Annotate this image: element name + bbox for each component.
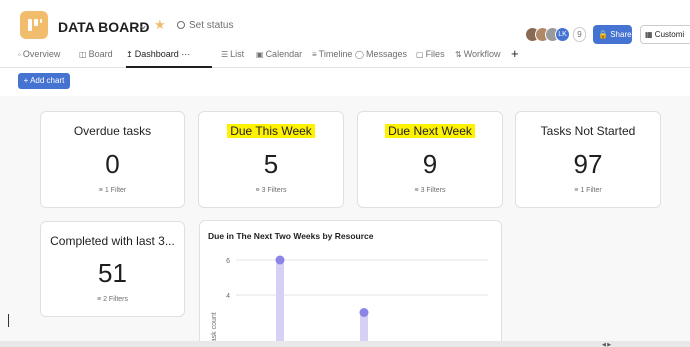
customize-label: Customi xyxy=(654,30,685,39)
tab-board[interactable]: ◫ Board xyxy=(79,49,113,59)
tab-label: Files xyxy=(425,49,445,59)
workflow-icon: ⇅ xyxy=(455,50,462,59)
chart-plot: 64Task count xyxy=(211,255,488,346)
card-title: Overdue tasks xyxy=(73,124,152,138)
card-due-next-week[interactable]: Due Next Week 9 ≡ 3 Filters xyxy=(357,111,503,208)
chart-card[interactable]: Due in The Next Two Weeks by Resource 64… xyxy=(199,220,502,347)
card-title: Due Next Week xyxy=(385,124,475,138)
chart-point xyxy=(275,255,285,265)
bottom-scrollbar[interactable]: ◀ ▶ xyxy=(0,341,690,347)
status-ring-icon xyxy=(177,21,185,29)
filter-icon: ≡ xyxy=(97,296,102,303)
card-title-wrap: Due This Week xyxy=(199,124,343,138)
plus-icon: + xyxy=(511,46,519,61)
add-chart-button[interactable]: + Add chart xyxy=(18,73,70,89)
card-completed[interactable]: Completed with last 3... 51 ≡ 2 Filters xyxy=(40,221,185,317)
card-filter-label: 1 Filter xyxy=(104,187,127,194)
tab-label: Workflow xyxy=(463,49,501,59)
share-label: Share xyxy=(610,30,632,39)
tab-list[interactable]: ☰ List xyxy=(221,49,244,59)
customize-icon: ▦ xyxy=(645,30,653,39)
chart-point xyxy=(359,308,369,317)
tab-label: Overview xyxy=(22,49,61,59)
list-icon: ☰ xyxy=(221,50,229,59)
text-cursor xyxy=(8,314,9,327)
card-value: 5 xyxy=(263,149,279,179)
card-filter-label: 3 Filters xyxy=(420,187,446,194)
tab-label: Dashboard xyxy=(134,49,179,59)
tab-label: Board xyxy=(88,49,113,59)
set-status-button[interactable]: Set status xyxy=(177,20,233,31)
card-value: 9 xyxy=(422,149,438,179)
tab-more-icon[interactable]: ··· xyxy=(181,49,190,59)
card-title: Due This Week xyxy=(227,124,315,138)
member-count-badge[interactable]: 9 xyxy=(573,27,586,42)
project-board-icon[interactable] xyxy=(20,11,48,39)
calendar-icon: ▣ xyxy=(256,50,264,59)
share-button[interactable]: 🔒 Share xyxy=(593,25,632,44)
card-filter-label: 2 Filters xyxy=(103,296,128,303)
filter-icon: ≡ xyxy=(98,187,103,194)
timeline-icon: ≡ xyxy=(312,50,317,59)
chart-bar xyxy=(276,260,284,346)
star-icon[interactable]: ★ xyxy=(154,17,166,33)
lock-icon: 🔒 xyxy=(598,30,608,39)
project-title[interactable]: DATA BOARD xyxy=(58,19,150,35)
overview-icon: ◦ xyxy=(18,50,21,59)
card-overdue-tasks[interactable]: Overdue tasks 0 ≡ 1 Filter xyxy=(40,111,185,208)
tab-dashboard[interactable]: ↥ Dashboard ··· xyxy=(126,49,190,59)
tab-label: Messages xyxy=(365,49,407,59)
avatar[interactable]: LK xyxy=(555,27,570,42)
card-filter-label: 3 Filters xyxy=(261,187,287,194)
filter-icon: ≡ xyxy=(255,187,260,194)
card-title: Tasks Not Started xyxy=(540,124,636,138)
messages-icon: ◯ xyxy=(355,50,364,59)
card-title: Completed with last 3... xyxy=(50,234,175,248)
card-title-wrap: Due Next Week xyxy=(358,124,502,138)
tab-workflow[interactable]: ⇅ Workflow xyxy=(455,49,501,59)
set-status-label: Set status xyxy=(189,20,234,31)
scrollbar-arrows: ◀ ▶ xyxy=(602,342,612,347)
tab-timeline[interactable]: ≡ Timeline xyxy=(312,49,352,59)
tab-label: Timeline xyxy=(318,49,353,59)
project-header: DATA BOARD ⌄ ★ Set status LK 9 🔒 Share ▦… xyxy=(0,0,690,68)
tab-label: List xyxy=(230,49,245,59)
tab-files[interactable]: ▢ Files xyxy=(416,49,445,59)
card-filter[interactable]: ≡ 1 Filter xyxy=(41,187,184,194)
tab-label: Calendar xyxy=(265,49,303,59)
card-value: 97 xyxy=(573,149,603,179)
tab-overview[interactable]: ◦ Overview xyxy=(18,49,60,59)
card-due-this-week[interactable]: Due This Week 5 ≡ 3 Filters xyxy=(198,111,344,208)
card-filter-label: 1 Filter xyxy=(580,187,602,194)
active-tab-indicator xyxy=(126,66,212,68)
tab-messages[interactable]: ◯ Messages xyxy=(355,49,407,59)
card-filter[interactable]: ≡ 1 Filter xyxy=(516,187,660,194)
y-tick-label: 6 xyxy=(226,258,230,265)
card-filter[interactable]: ≡ 3 Filters xyxy=(199,187,343,194)
filter-icon: ≡ xyxy=(414,187,419,194)
tab-calendar[interactable]: ▣ Calendar xyxy=(256,49,302,59)
dashboard-icon: ↥ xyxy=(126,50,133,59)
board-icon: ◫ xyxy=(79,50,87,59)
card-filter[interactable]: ≡ 3 Filters xyxy=(358,187,502,194)
filter-icon: ≡ xyxy=(574,187,579,194)
card-tasks-not-started[interactable]: Tasks Not Started 97 ≡ 1 Filter xyxy=(515,111,661,208)
card-filter[interactable]: ≡ 2 Filters xyxy=(41,296,184,303)
card-value: 0 xyxy=(105,149,120,179)
files-icon: ▢ xyxy=(416,50,424,59)
chevron-down-icon[interactable]: ⌄ xyxy=(138,18,148,32)
add-tab-button[interactable]: + xyxy=(511,46,519,61)
customize-button[interactable]: ▦ Customi xyxy=(640,25,690,44)
card-value: 51 xyxy=(98,258,127,288)
y-tick-label: 4 xyxy=(226,293,230,300)
